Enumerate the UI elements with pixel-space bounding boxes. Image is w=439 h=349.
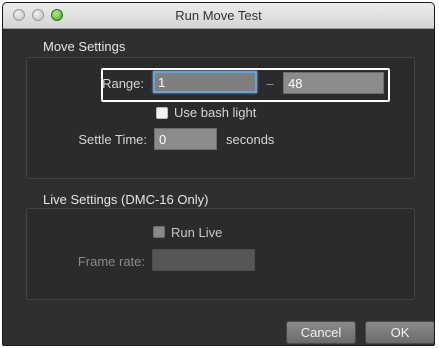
window-title: Run Move Test (175, 8, 262, 23)
live-settings-title: Live Settings (DMC-16 Only) (43, 192, 209, 207)
dialog-window: Run Move Test Move Settings Range: 1 – 4… (2, 2, 435, 346)
range-highlight-frame (101, 68, 390, 102)
ok-button[interactable]: OK (365, 321, 434, 344)
frame-rate-input[interactable] (152, 249, 255, 271)
use-bash-light-label: Use bash light (174, 105, 257, 120)
cancel-button[interactable]: Cancel (286, 321, 356, 344)
settle-time-label: Settle Time: (78, 132, 147, 147)
use-bash-light-checkbox[interactable] (156, 107, 168, 119)
run-live-label: Run Live (171, 225, 223, 240)
settle-time-input[interactable]: 0 (154, 128, 217, 150)
settle-time-unit: seconds (226, 132, 275, 147)
frame-rate-label: Frame rate: (77, 254, 145, 269)
move-settings-title: Move Settings (43, 39, 126, 54)
title-bar[interactable]: Run Move Test (3, 3, 434, 29)
run-live-checkbox[interactable] (153, 226, 165, 238)
